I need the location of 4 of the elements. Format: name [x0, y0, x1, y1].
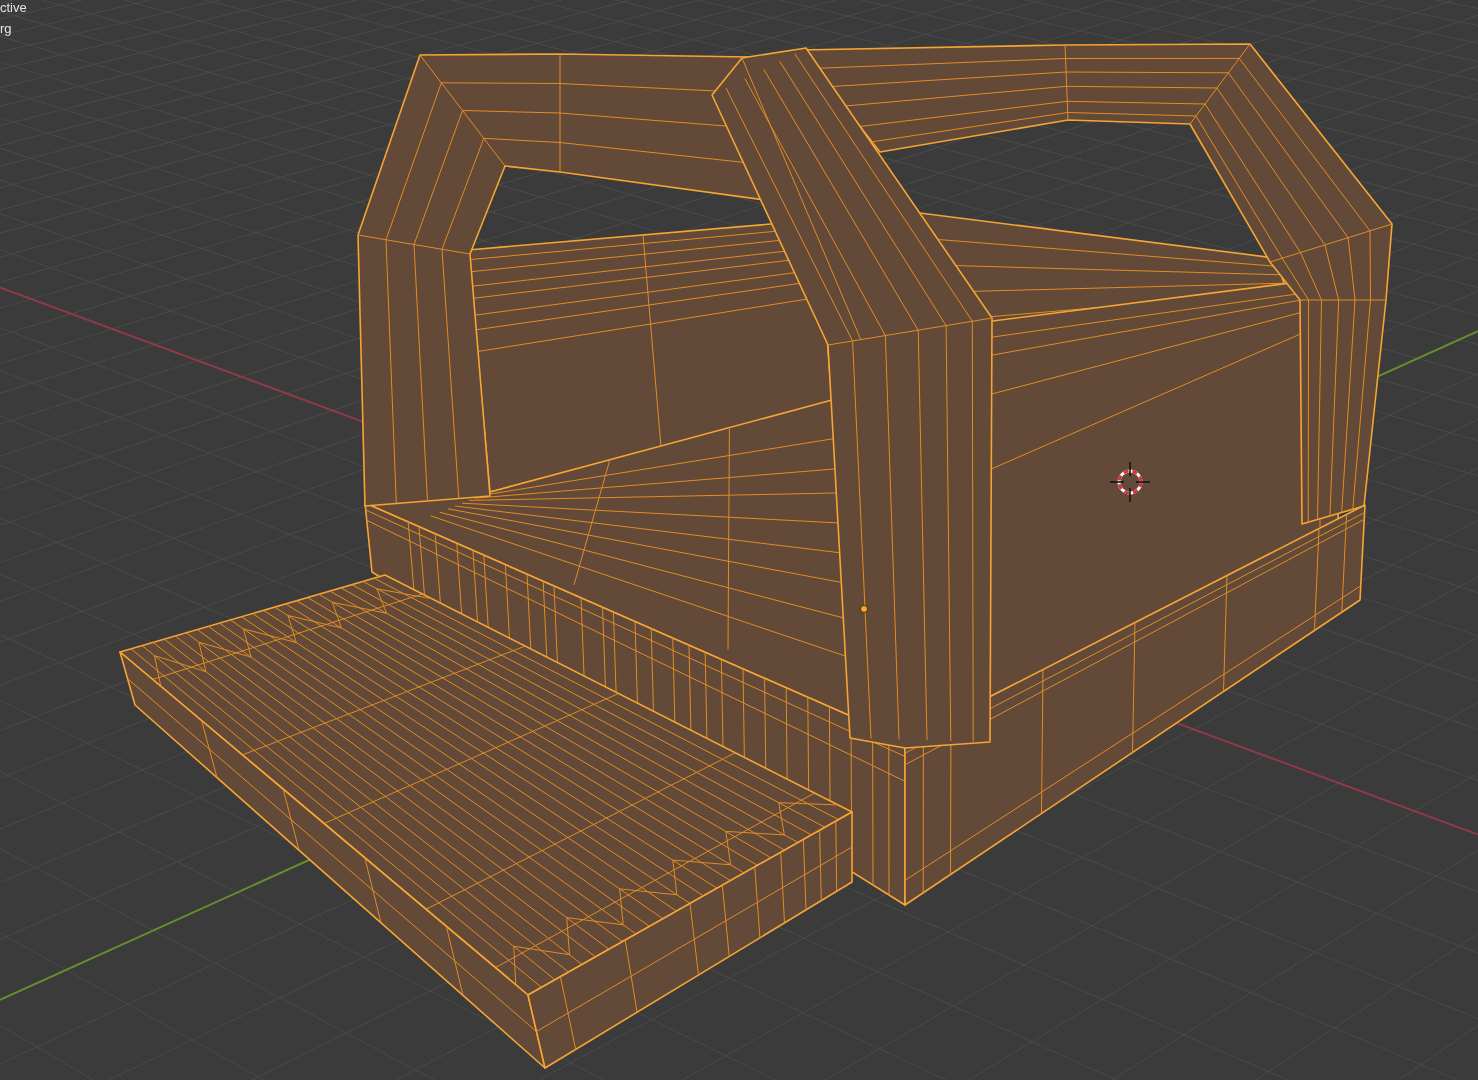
viewport-info-text: rg [0, 20, 12, 38]
cursor-crosshair-icon [1109, 461, 1151, 503]
viewport-info-text: ctive [0, 0, 27, 17]
origin-dot-icon [860, 605, 868, 613]
